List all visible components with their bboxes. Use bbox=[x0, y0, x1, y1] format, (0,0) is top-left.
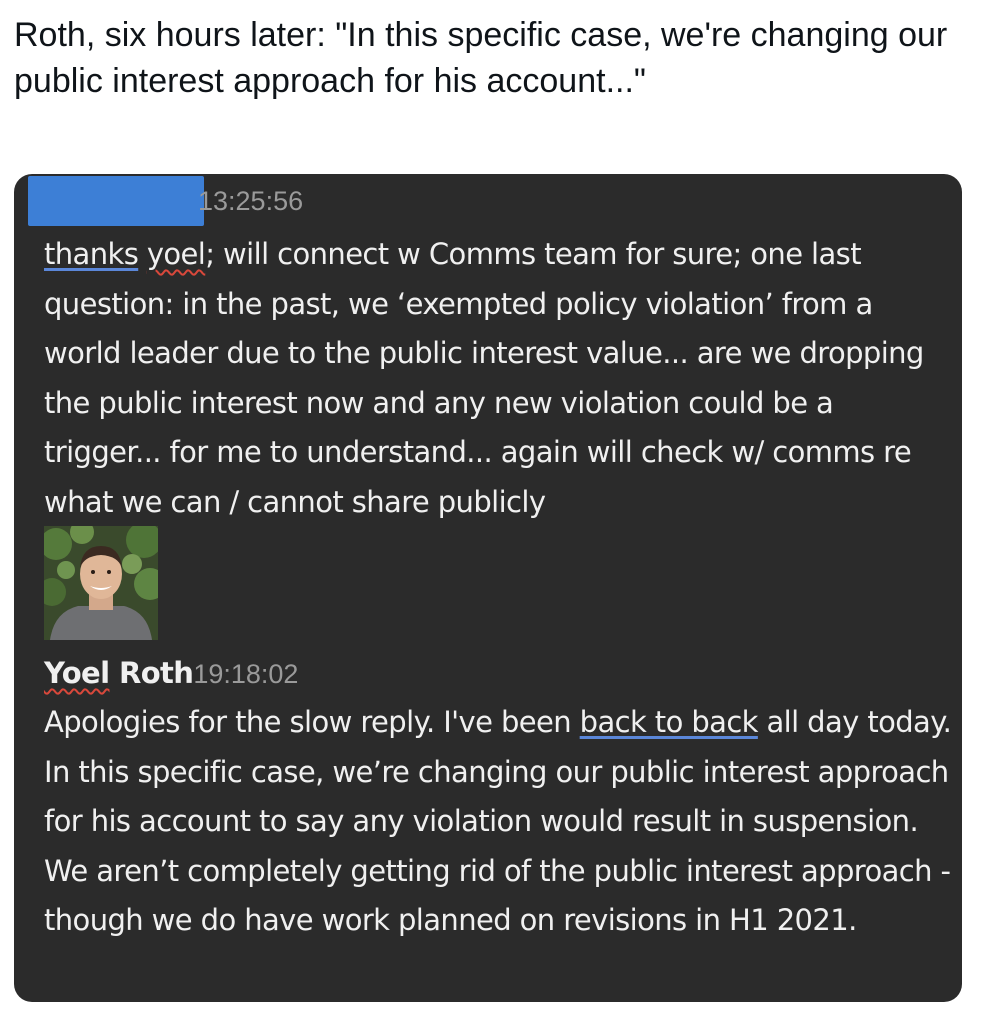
message-text: Apologies for the slow reply. I've been bbox=[44, 705, 580, 739]
author-last-name: Roth bbox=[109, 656, 194, 690]
message-author: Yoel Roth19:18:02 bbox=[44, 656, 298, 690]
author-first-name: Yoel bbox=[44, 656, 110, 690]
avatar bbox=[44, 526, 158, 640]
message-body: Apologies for the slow reply. I've been … bbox=[44, 698, 954, 946]
message-text: all day today. In this specific case, we… bbox=[44, 705, 952, 937]
chat-screenshot: 13:25:56 thanks yoel; will connect w Com… bbox=[14, 174, 962, 1002]
spell-underlined-phrase: back to back bbox=[579, 705, 759, 739]
message-timestamp: 19:18:02 bbox=[193, 659, 299, 689]
spell-underlined-word: yoel bbox=[146, 237, 206, 271]
spell-underlined-word: thanks bbox=[44, 237, 139, 271]
person-photo-icon bbox=[44, 526, 158, 640]
message-text: ; will connect w Comms team for sure; on… bbox=[44, 237, 924, 519]
redacted-sender-name bbox=[28, 176, 204, 226]
message-body: thanks yoel; will connect w Comms team f… bbox=[44, 230, 954, 527]
message-timestamp: 13:25:56 bbox=[198, 186, 304, 216]
tweet-text: Roth, six hours later: "In this specific… bbox=[14, 16, 948, 100]
